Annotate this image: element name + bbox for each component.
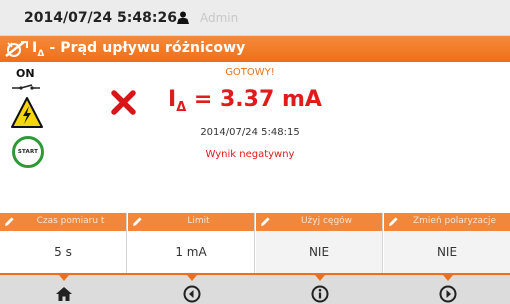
- title-bar: IΔ - Prąd upływu różnicowy: [0, 36, 510, 62]
- nav-marker: [315, 275, 325, 281]
- forward-button[interactable]: [438, 284, 458, 304]
- ready-status: GOTOWY!: [225, 67, 275, 78]
- pencil-icon: [389, 217, 398, 226]
- nav-marker: [187, 275, 197, 281]
- param-value: 1 mA: [128, 231, 254, 273]
- param-change-polarity[interactable]: Zmień polaryzacje NIE: [384, 213, 510, 273]
- home-icon: [56, 287, 72, 301]
- param-use-clamps[interactable]: Użyj cęgów NIE: [256, 213, 383, 273]
- info-icon: [311, 285, 329, 303]
- result-value: IΔ = 3.37 mA: [168, 87, 322, 115]
- pencil-icon: [261, 217, 270, 226]
- result-timestamp: 2014/07/24 5:48:15: [200, 127, 300, 138]
- high-voltage-warning-icon: [11, 97, 43, 128]
- param-limit[interactable]: Limit 1 mA: [128, 213, 255, 273]
- forward-icon: [439, 285, 457, 303]
- start-button[interactable]: START: [12, 136, 44, 168]
- param-label: Limit: [187, 216, 210, 226]
- info-button[interactable]: [310, 284, 330, 304]
- home-button[interactable]: [54, 284, 74, 304]
- param-value: NIE: [384, 231, 510, 273]
- pencil-icon: [133, 217, 142, 226]
- nav-marker: [443, 275, 453, 281]
- user-name: Admin: [200, 11, 239, 25]
- param-measurement-time[interactable]: Czas pomiaru t 5 s: [0, 213, 127, 273]
- param-label: Czas pomiaru t: [36, 216, 105, 226]
- bottom-nav-bar: [0, 273, 510, 304]
- status-datetime: 2014/07/24 5:48:26: [24, 10, 177, 26]
- param-label: Zmień polaryzacje: [412, 216, 497, 226]
- param-label: Użyj cęgów: [300, 216, 353, 226]
- user-icon: [177, 11, 189, 24]
- back-icon: [183, 285, 201, 303]
- param-value: NIE: [256, 231, 382, 273]
- result-verdict: Wynik negatywny: [205, 149, 295, 160]
- nav-marker: [59, 275, 69, 281]
- pencil-icon: [5, 217, 14, 226]
- start-button-label: START: [17, 149, 39, 155]
- back-button[interactable]: [182, 284, 202, 304]
- switch-icon: [12, 84, 40, 90]
- status-bar: 2014/07/24 5:48:26 Admin: [0, 0, 510, 36]
- parameter-panel: Czas pomiaru t 5 s Limit 1 mA Użyj cęgów…: [0, 213, 510, 273]
- fail-cross-icon: [111, 90, 136, 115]
- page-title: IΔ - Prąd upływu różnicowy: [32, 40, 246, 59]
- rcd-icon: [5, 41, 28, 57]
- param-value: 5 s: [0, 231, 126, 273]
